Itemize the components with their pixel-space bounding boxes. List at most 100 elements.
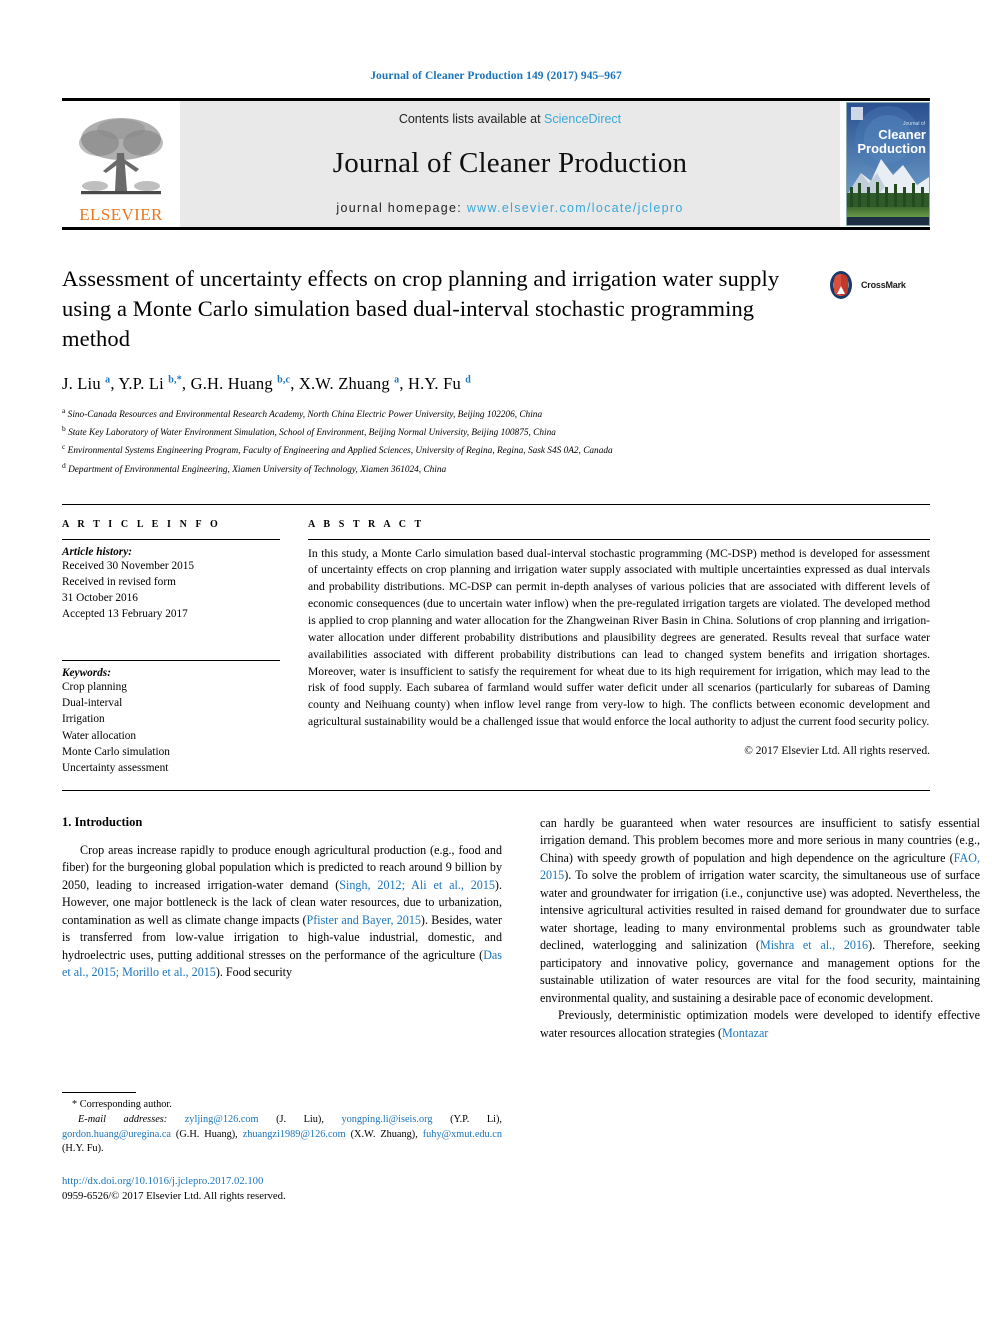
journal-cover-image: Journal of Cleaner Production	[846, 102, 930, 226]
running-head: Journal of Cleaner Production 149 (2017)…	[370, 70, 622, 82]
article-history-item: Received 30 November 2015	[62, 559, 195, 572]
affiliation-item: d Department of Environmental Engineerin…	[62, 460, 820, 478]
email-label: E-mail addresses:	[78, 1114, 168, 1126]
body-columns: 1. Introduction Crop areas increase rapi…	[62, 815, 980, 1205]
author-affil-marker: d	[465, 374, 471, 386]
corresponding-author-text: * Corresponding author.	[72, 1099, 172, 1111]
svg-text:Production: Production	[857, 141, 926, 156]
author-entry: , H.Y. Fu d	[399, 374, 471, 394]
keywords-block: Keywords: Crop planning Dual-interval Ir…	[62, 660, 280, 776]
body-column-right: can hardly be guaranteed when water reso…	[540, 815, 980, 1205]
article-history-item: Accepted 13 February 2017	[62, 607, 188, 620]
journal-homepage-line: journal homepage: www.elsevier.com/locat…	[336, 201, 683, 215]
paper-page: Journal of Cleaner Production 149 (2017)…	[0, 0, 992, 1323]
abstract-heading: A B S T R A C T	[308, 518, 425, 530]
title-block: CrossMark Assessment of uncertainty effe…	[62, 264, 930, 478]
citation-link[interactable]: Montazar	[722, 1026, 768, 1040]
elsevier-logo: ELSEVIER	[62, 101, 180, 227]
email-owner: (Y.P. Li),	[432, 1114, 503, 1126]
keyword-item: Water allocation	[62, 729, 137, 742]
paragraph: Crop areas increase rapidly to produce e…	[62, 842, 502, 982]
abstract-column: A B S T R A C T In this study, a Monte C…	[300, 519, 930, 776]
author-entry: , Y.P. Li b,*	[110, 374, 182, 394]
affiliation-marker: a	[62, 406, 66, 416]
keyword-item: Monte Carlo simulation	[62, 745, 170, 758]
article-history-item: 31 October 2016	[62, 591, 138, 604]
email-owner: (X.W. Zhuang),	[345, 1128, 423, 1140]
corresponding-author-note: * Corresponding author.	[62, 1098, 502, 1113]
keyword-item: Irrigation	[62, 713, 105, 726]
affiliation-list: a Sino-Canada Resources and Environmenta…	[62, 405, 820, 477]
email-link[interactable]: zyljing@126.com	[185, 1114, 259, 1125]
journal-title: Journal of Cleaner Production	[332, 147, 688, 179]
crossmark-icon	[830, 271, 852, 299]
contents-lists-line: Contents lists available at ScienceDirec…	[399, 112, 621, 126]
affiliation-marker: b	[62, 424, 66, 434]
affiliation-text: Sino-Canada Resources and Environmental …	[67, 410, 543, 421]
journal-masthead: ELSEVIER Contents lists available at Sci…	[62, 98, 930, 230]
elsevier-wordmark: ELSEVIER	[79, 205, 163, 224]
divider	[62, 538, 280, 540]
affiliation-item: b State Key Laboratory of Water Environm…	[62, 423, 820, 441]
affiliation-text: Department of Environmental Engineering,…	[68, 464, 447, 475]
paragraph-text: ). Food security	[215, 965, 293, 980]
author-entry: , X.W. Zhuang a	[290, 374, 400, 394]
affiliation-item: a Sino-Canada Resources and Environmenta…	[62, 405, 820, 423]
section-title-introduction: 1. Introduction	[62, 814, 143, 829]
homepage-prefix: journal homepage:	[336, 201, 467, 215]
footnote-divider	[62, 1092, 136, 1094]
author-entry: , G.H. Huang b,c	[181, 374, 291, 394]
email-link[interactable]: yongping.li@iseis.org	[341, 1114, 432, 1125]
svg-text:Cleaner: Cleaner	[878, 127, 926, 142]
article-history-item: Received in revised form	[62, 575, 176, 588]
paragraph: can hardly be guaranteed when water reso…	[540, 815, 980, 1007]
keyword-item: Crop planning	[62, 681, 127, 694]
journal-homepage-link[interactable]: www.elsevier.com/locate/jclepro	[467, 201, 684, 215]
email-link[interactable]: fuhy@xmut.edu.cn	[423, 1129, 502, 1140]
sciencedirect-link[interactable]: ScienceDirect	[544, 112, 621, 126]
issn-copyright: 0959-6526/© 2017 Elsevier Ltd. All right…	[62, 1190, 286, 1203]
keywords-label: Keywords:	[62, 667, 111, 680]
article-history-label: Article history:	[62, 545, 132, 558]
email-addresses-note: E-mail addresses: zyljing@126.com (J. Li…	[62, 1113, 502, 1157]
author-affil-marker: b,c	[277, 374, 291, 386]
author-affil-marker: b,*	[168, 374, 182, 386]
contents-prefix: Contents lists available at	[398, 112, 545, 126]
affiliation-text: Environmental Systems Engineering Progra…	[67, 446, 613, 457]
email-owner: (G.H. Huang),	[170, 1128, 243, 1140]
article-info-heading: A R T I C L E I N F O	[62, 518, 221, 530]
email-owner: (J. Liu),	[258, 1114, 342, 1126]
doi-link[interactable]: http://dx.doi.org/10.1016/j.jclepro.2017…	[62, 1174, 502, 1190]
email-link[interactable]: gordon.huang@uregina.ca	[62, 1129, 171, 1140]
citation-link[interactable]: Singh, 2012; Ali et al., 2015	[339, 878, 495, 892]
affiliation-item: c Environmental Systems Engineering Prog…	[62, 441, 820, 459]
doi-block: http://dx.doi.org/10.1016/j.jclepro.2017…	[62, 1174, 502, 1205]
page-title: Assessment of uncertainty effects on cro…	[62, 266, 780, 352]
affiliation-marker: d	[62, 460, 66, 470]
footnote-block: * Corresponding author. E-mail addresses…	[62, 1092, 502, 1204]
divider	[62, 660, 280, 662]
email-link[interactable]: zhuangzi1989@126.com	[243, 1129, 346, 1140]
paragraph-text: can hardly be guaranteed when water reso…	[540, 815, 980, 865]
crossmark-badge[interactable]: CrossMark	[826, 268, 930, 302]
abstract-text: In this study, a Monte Carlo simulation …	[308, 546, 930, 729]
masthead-center: Contents lists available at ScienceDirec…	[180, 101, 840, 227]
body-column-left: 1. Introduction Crop areas increase rapi…	[62, 815, 502, 1205]
crossmark-label: CrossMark	[861, 280, 906, 290]
info-abstract-band: A R T I C L E I N F O Article history: R…	[62, 503, 930, 791]
article-info-column: A R T I C L E I N F O Article history: R…	[62, 519, 300, 776]
paragraph: Previously, deterministic optimization m…	[540, 1007, 980, 1042]
keyword-item: Dual-interval	[62, 697, 123, 710]
citation-link[interactable]: Mishra et al., 2016	[760, 938, 868, 952]
author-entry: J. Liu a	[62, 374, 111, 394]
citation-link[interactable]: Pfister and Bayer, 2015	[306, 913, 420, 927]
email-owner: (H.Y. Fu).	[62, 1143, 104, 1155]
keyword-item: Uncertainty assessment	[62, 761, 169, 774]
journal-cover-art: Journal of Cleaner Production	[847, 103, 929, 225]
abstract-copyright: © 2017 Elsevier Ltd. All rights reserved…	[744, 745, 930, 757]
elsevier-tree-icon	[79, 118, 163, 195]
author-list: J. Liu a, Y.P. Li b,*, G.H. Huang b,c, X…	[62, 374, 820, 394]
affiliation-marker: c	[62, 442, 66, 452]
affiliation-text: State Key Laboratory of Water Environmen…	[68, 428, 556, 439]
divider	[308, 538, 930, 540]
